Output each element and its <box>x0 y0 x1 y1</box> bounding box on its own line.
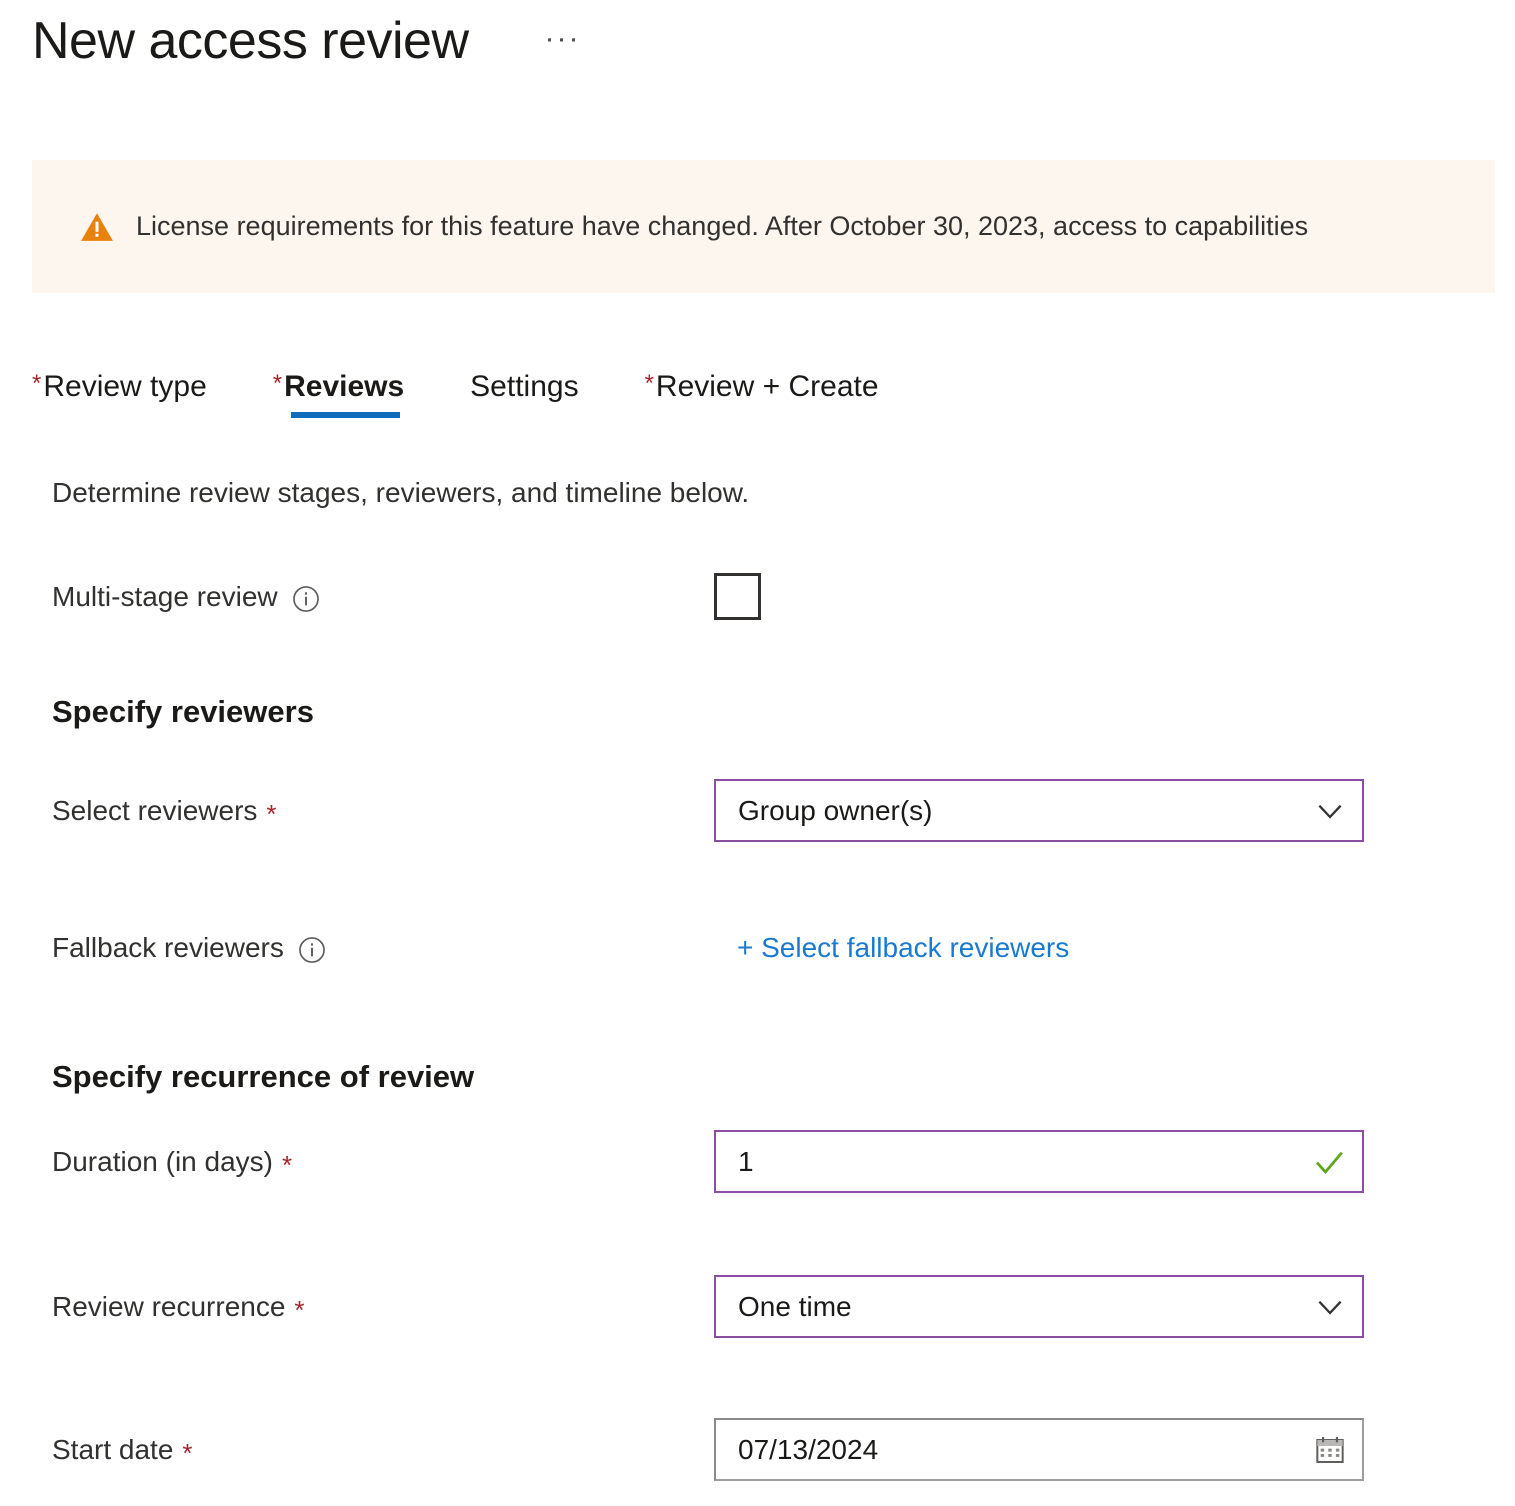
required-marker: * <box>273 372 282 396</box>
required-marker: * <box>32 372 41 396</box>
required-marker: * <box>266 801 276 827</box>
select-reviewers-row: Select reviewers * Group owner(s) <box>52 779 1452 842</box>
section-description: Determine review stages, reviewers, and … <box>52 477 749 509</box>
duration-value: 1 <box>738 1146 1312 1178</box>
tab-label: Settings <box>470 368 578 406</box>
start-date-value: 07/13/2024 <box>738 1434 1314 1466</box>
wizard-tabs: * Review type * Reviews Settings * Revie… <box>32 368 879 430</box>
tab-label: Review type <box>43 368 206 406</box>
fallback-reviewers-control: + Select fallback reviewers <box>714 932 1387 964</box>
start-date-label-group: Start date * <box>52 1434 714 1466</box>
fallback-reviewers-label-group: Fallback reviewers <box>52 932 714 964</box>
page-title: New access review <box>32 14 469 69</box>
required-marker: * <box>294 1297 304 1323</box>
review-recurrence-control: One time <box>714 1275 1364 1338</box>
select-reviewers-label-group: Select reviewers * <box>52 795 714 827</box>
more-actions-button[interactable]: ··· <box>545 24 581 54</box>
warning-triangle-icon <box>80 210 114 244</box>
select-reviewers-label: Select reviewers <box>52 795 257 827</box>
calendar-icon[interactable] <box>1314 1434 1346 1466</box>
duration-label: Duration (in days) <box>52 1146 273 1178</box>
license-warning-banner: License requirements for this feature ha… <box>32 160 1495 293</box>
review-recurrence-value: One time <box>738 1291 1314 1323</box>
duration-input[interactable]: 1 <box>714 1130 1364 1193</box>
required-marker: * <box>182 1440 192 1466</box>
required-marker: * <box>282 1152 292 1178</box>
tab-reviews[interactable]: * Reviews <box>273 368 404 430</box>
start-date-control: 07/13/2024 <box>714 1418 1364 1481</box>
info-icon[interactable] <box>298 936 326 964</box>
fallback-reviewers-row: Fallback reviewers + Select fallback rev… <box>52 932 1452 964</box>
multi-stage-review-label: Multi-stage review <box>52 581 278 613</box>
tab-label: Reviews <box>284 368 404 406</box>
fallback-reviewers-label: Fallback reviewers <box>52 932 284 964</box>
select-fallback-reviewers-link[interactable]: + Select fallback reviewers <box>737 932 1069 963</box>
start-date-label: Start date <box>52 1434 173 1466</box>
multi-stage-review-checkbox[interactable] <box>714 573 761 620</box>
required-marker: * <box>645 372 654 396</box>
tab-review-type[interactable]: * Review type <box>32 368 207 430</box>
multi-stage-review-row: Multi-stage review <box>52 573 1452 620</box>
chevron-down-icon <box>1314 1291 1346 1323</box>
page-header: New access review ··· <box>32 14 581 69</box>
select-reviewers-value: Group owner(s) <box>738 795 1314 827</box>
select-reviewers-dropdown[interactable]: Group owner(s) <box>714 779 1364 842</box>
specify-reviewers-heading: Specify reviewers <box>52 694 314 730</box>
checkmark-icon <box>1312 1145 1346 1179</box>
duration-row: Duration (in days) * 1 <box>52 1130 1452 1193</box>
tab-label: Review + Create <box>656 368 879 406</box>
review-recurrence-label: Review recurrence <box>52 1291 285 1323</box>
start-date-row: Start date * 07/13/2024 <box>52 1418 1452 1481</box>
review-recurrence-dropdown[interactable]: One time <box>714 1275 1364 1338</box>
duration-control: 1 <box>714 1130 1364 1193</box>
chevron-down-icon <box>1314 795 1346 827</box>
review-recurrence-row: Review recurrence * One time <box>52 1275 1452 1338</box>
select-reviewers-control: Group owner(s) <box>714 779 1364 842</box>
specify-recurrence-heading: Specify recurrence of review <box>52 1059 474 1095</box>
info-icon[interactable] <box>292 585 320 613</box>
tab-settings[interactable]: Settings <box>470 368 578 430</box>
multi-stage-review-label-group: Multi-stage review <box>52 581 714 613</box>
duration-label-group: Duration (in days) * <box>52 1146 714 1178</box>
start-date-input[interactable]: 07/13/2024 <box>714 1418 1364 1481</box>
multi-stage-review-control <box>714 573 1364 620</box>
tab-review-create[interactable]: * Review + Create <box>645 368 879 430</box>
license-warning-text: License requirements for this feature ha… <box>136 209 1308 244</box>
review-recurrence-label-group: Review recurrence * <box>52 1291 714 1323</box>
